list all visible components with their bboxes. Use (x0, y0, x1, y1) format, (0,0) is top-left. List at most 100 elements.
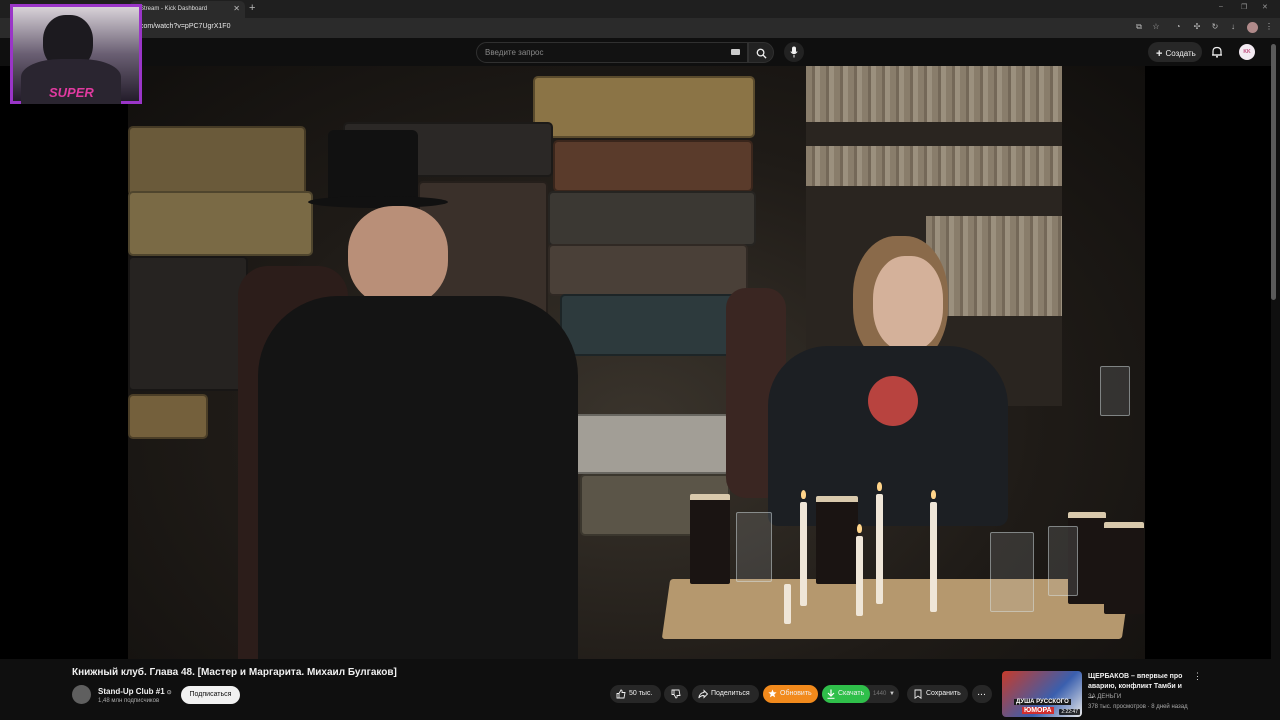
search-box[interactable]: Введите запрос (476, 42, 748, 63)
puzzle-icon[interactable]: ✣ (1192, 22, 1202, 32)
beer-glass (816, 496, 858, 584)
channel-avatar[interactable] (72, 685, 91, 704)
download-group: Скачать 1440 ▼ (822, 685, 899, 703)
recommended-meta: 378 тыс. просмотров · 8 дней назад (1088, 704, 1188, 710)
person-left-body (258, 296, 578, 659)
account-avatar[interactable]: KK (1239, 44, 1255, 60)
history-icon[interactable]: ↻ (1210, 22, 1220, 32)
suitcase (128, 256, 248, 391)
recommended-channel[interactable]: ЗА ДЕНЬГИ (1088, 694, 1121, 700)
candle (800, 502, 807, 606)
translate-icon[interactable]: ⧉ (1134, 22, 1144, 32)
share-icon (698, 689, 708, 699)
new-tab-icon[interactable]: + (249, 2, 255, 14)
download-icon[interactable]: ↓ (1228, 22, 1238, 32)
browser-tab-bar: Stream - Kick Dashboard ✕ + – ❐ ✕ (0, 0, 1280, 18)
browser-tab[interactable]: Stream - Kick Dashboard ✕ (130, 1, 245, 18)
voice-search-button[interactable] (784, 42, 804, 62)
star-icon (768, 689, 777, 698)
dislike-button[interactable] (664, 685, 688, 703)
suitcase (128, 126, 306, 196)
video-frame[interactable] (128, 66, 1145, 659)
save-button[interactable]: Сохранить (907, 685, 968, 703)
verified-icon: ⊙ (166, 690, 172, 696)
more-actions-button[interactable]: ... (972, 685, 992, 703)
water-glass (1048, 526, 1078, 596)
update-label: Обновить (780, 690, 812, 697)
video-duration: 2:22:47 (1059, 709, 1080, 715)
stream-logo: SUPER (49, 85, 94, 100)
channel-name-text: Stand-Up Club #1 (98, 687, 165, 696)
restore-icon[interactable]: ❐ (1241, 3, 1247, 11)
video-title: Книжный клуб. Глава 48. [Мастер и Маргар… (72, 667, 397, 678)
person-right-face (873, 256, 943, 351)
share-label: Поделиться (711, 690, 750, 697)
water-glass (1100, 366, 1130, 416)
candle-flame (877, 482, 882, 491)
thumbnail-caption-bottom: ЮМОРА (1022, 707, 1054, 714)
search-button[interactable] (748, 42, 774, 63)
download-icon (827, 689, 835, 699)
suitcase (548, 191, 756, 246)
close-tab-icon[interactable]: ✕ (233, 4, 240, 13)
notifications-bell-icon[interactable] (1211, 46, 1223, 58)
recommended-thumbnail[interactable]: ДУША РУССКОГО ЮМОРА 2:22:47 (1002, 671, 1082, 717)
extension-icon[interactable]: ◔ (1173, 22, 1183, 32)
suitcase (553, 140, 753, 192)
save-label: Сохранить (926, 690, 961, 697)
suitcase (560, 294, 740, 356)
plus-icon: + (1156, 48, 1163, 60)
water-glass (990, 532, 1034, 612)
hat-brim (308, 196, 448, 208)
search-input[interactable]: Введите запрос (485, 48, 544, 57)
thumbs-down-icon (671, 689, 681, 699)
suitcase (548, 244, 748, 296)
video-player[interactable] (0, 66, 1271, 659)
subscribe-button[interactable]: Подписаться (181, 686, 240, 704)
playlist-add-icon (914, 689, 922, 699)
bookmark-star-icon[interactable]: ☆ (1151, 22, 1161, 32)
keyboard-icon[interactable] (731, 49, 740, 55)
like-count: 50 тыс. (629, 690, 653, 697)
video-info-bar: Книжный клуб. Глава 48. [Мастер и Маргар… (0, 659, 1280, 720)
profile-avatar[interactable] (1247, 22, 1258, 33)
shirt-print (868, 376, 918, 426)
site-header: Введите запрос + Создать KK (0, 38, 1280, 66)
window-close-icon[interactable]: ✕ (1262, 3, 1268, 11)
download-button[interactable]: Скачать (822, 685, 870, 703)
address-bar: com/watch?v=pPC7UgrX1F0 ⧉ ☆ ◔ ✣ ↻ ↓ ⋮ (0, 18, 1280, 38)
url-field[interactable]: com/watch?v=pPC7UgrX1F0 (140, 23, 230, 30)
tab-title: Stream - Kick Dashboard (140, 6, 208, 12)
person-left-face (348, 206, 448, 306)
beer-glass (1104, 522, 1144, 614)
download-quality: 1440 (873, 691, 887, 697)
person-right-body (768, 346, 1008, 526)
quality-dropdown-icon[interactable]: ▼ (889, 685, 895, 703)
candle (784, 584, 791, 624)
share-button[interactable]: Поделиться (692, 685, 759, 703)
beer-glass (690, 494, 730, 584)
browser-menu-icon[interactable]: ⋮ (1264, 22, 1274, 32)
create-button[interactable]: + Создать (1148, 42, 1202, 62)
suitcase (568, 414, 730, 474)
water-glass (736, 512, 772, 582)
candle-flame (801, 490, 806, 499)
channel-name[interactable]: Stand-Up Club #1 ⊙ (98, 687, 172, 696)
search-icon (756, 48, 767, 59)
recommended-menu-icon[interactable]: ⋮ (1193, 671, 1202, 682)
update-button[interactable]: Обновить (763, 685, 818, 703)
suitcase (128, 191, 313, 256)
candle-flame (857, 524, 862, 533)
candle (930, 502, 937, 612)
candle-flame (931, 490, 936, 499)
page-scrollbar[interactable] (1271, 44, 1276, 300)
candle (876, 494, 883, 604)
suitcase (128, 394, 208, 439)
minimize-icon[interactable]: – (1219, 3, 1223, 10)
like-button[interactable]: 50 тыс. (610, 685, 661, 703)
thumbs-up-icon (616, 689, 626, 699)
suitcase (533, 76, 755, 138)
thumbnail-caption-top: ДУША РУССКОГО (1014, 699, 1071, 705)
download-label: Скачать (838, 690, 865, 697)
top-hat (328, 130, 418, 200)
